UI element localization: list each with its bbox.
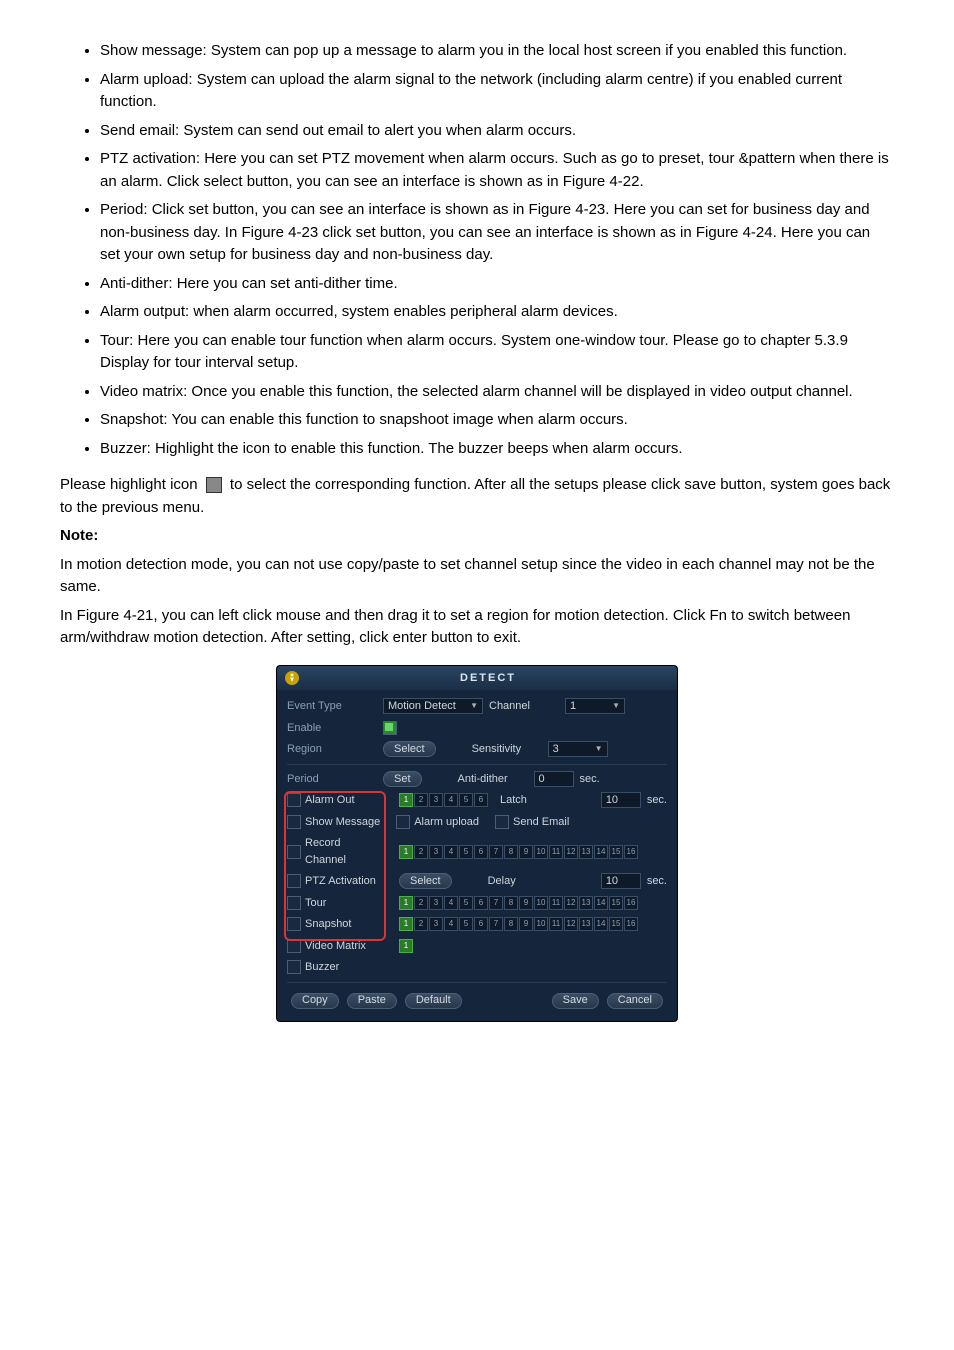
note-text-1: In motion detection mode, you can not us… [60,554,894,599]
record-channel-checkbox[interactable] [287,845,301,859]
separator [287,764,667,765]
chevron-down-icon: ▼ [470,700,478,712]
sensitivity-select[interactable]: 3▼ [548,741,608,757]
detect-dialog: DETECT Event Type Motion Detect▼ Channel… [276,665,678,1022]
text-pre: Please highlight icon [60,476,202,493]
tour-checkbox[interactable] [287,896,301,910]
tour-label: Tour [305,895,383,912]
alarm-out-channels[interactable]: 123456 [399,793,488,807]
default-button[interactable]: Default [405,993,462,1009]
screenshot-container: DETECT Event Type Motion Detect▼ Channel… [60,665,894,1022]
send-email-checkbox[interactable] [495,815,509,829]
snapshot-channel-grid[interactable]: 12345678910111213141516 [399,917,638,931]
video-matrix-checkbox[interactable] [287,939,301,953]
alarm-upload-checkbox[interactable] [396,815,410,829]
record-channel-grid[interactable]: 12345678910111213141516 [399,845,638,859]
separator [287,982,667,983]
alarm-out-checkbox[interactable] [287,793,301,807]
period-set-button[interactable]: Set [383,771,422,787]
enable-label: Enable [287,720,377,737]
runner-icon [285,671,299,685]
bullet-item: Snapshot: You can enable this function t… [100,409,894,432]
save-button[interactable]: Save [552,993,599,1009]
alarm-upload-label: Alarm upload [414,814,479,831]
anti-dither-label: Anti-dither [458,771,528,788]
show-message-checkbox[interactable] [287,815,301,829]
channel-select[interactable]: 1▼ [565,698,625,714]
latch-label: Latch [500,792,527,809]
delay-input[interactable]: 10 [601,873,641,889]
delay-label: Delay [488,873,538,890]
highlight-instruction: Please highlight icon to select the corr… [60,474,894,519]
sec-label: sec. [580,771,600,788]
chevron-down-icon: ▼ [595,743,603,755]
bullet-item: Show message: System can pop up a messag… [100,40,894,63]
dialog-title: DETECT [307,670,669,687]
event-type-select[interactable]: Motion Detect▼ [383,698,483,714]
region-label: Region [287,741,377,758]
anti-dither-input[interactable]: 0 [534,771,574,787]
cancel-button[interactable]: Cancel [607,993,663,1009]
bullet-item: Alarm output: when alarm occurred, syste… [100,301,894,324]
show-message-label: Show Message [305,814,380,831]
bullet-item: Alarm upload: System can upload the alar… [100,69,894,114]
ptz-activation-checkbox[interactable] [287,874,301,888]
bullet-item: Send email: System can send out email to… [100,120,894,143]
latch-input[interactable]: 10 [601,792,641,808]
alarm-out-label: Alarm Out [305,792,383,809]
event-type-label: Event Type [287,698,377,715]
ptz-activation-label: PTZ Activation [305,873,383,890]
tour-channel-grid[interactable]: 12345678910111213141516 [399,896,638,910]
paste-button[interactable]: Paste [347,993,397,1009]
bullet-item: Video matrix: Once you enable this funct… [100,381,894,404]
send-email-label: Send Email [513,814,569,831]
bullet-item: Buzzer: Highlight the icon to enable thi… [100,438,894,461]
video-matrix-label: Video Matrix [305,938,383,955]
chevron-down-icon: ▼ [612,700,620,712]
buzzer-label: Buzzer [305,959,339,976]
note-heading: Note: [60,525,894,548]
note-label: Note: [60,527,98,544]
copy-button[interactable]: Copy [291,993,339,1009]
snapshot-label: Snapshot [305,916,383,933]
period-label: Period [287,771,377,788]
bullet-item: Period: Click set button, you can see an… [100,199,894,267]
buzzer-checkbox[interactable] [287,960,301,974]
sec-label: sec. [647,792,667,809]
feature-bullet-list: Show message: System can pop up a messag… [60,40,894,460]
sensitivity-label: Sensitivity [472,741,542,758]
region-select-button[interactable]: Select [383,741,436,757]
bullet-item: Anti-dither: Here you can set anti-dithe… [100,273,894,296]
bullet-item: PTZ activation: Here you can set PTZ mov… [100,148,894,193]
sec-label: sec. [647,873,667,890]
snapshot-checkbox[interactable] [287,917,301,931]
highlight-icon [206,477,222,493]
enable-checkbox[interactable] [383,721,397,735]
ptz-select-button[interactable]: Select [399,873,452,889]
bullet-item: Tour: Here you can enable tour function … [100,330,894,375]
video-matrix-grid[interactable]: 1 [399,939,413,953]
note-text-2: In Figure 4-21, you can left click mouse… [60,605,894,650]
dialog-titlebar: DETECT [277,666,677,691]
record-channel-label: Record Channel [305,835,383,868]
channel-label: Channel [489,698,559,715]
